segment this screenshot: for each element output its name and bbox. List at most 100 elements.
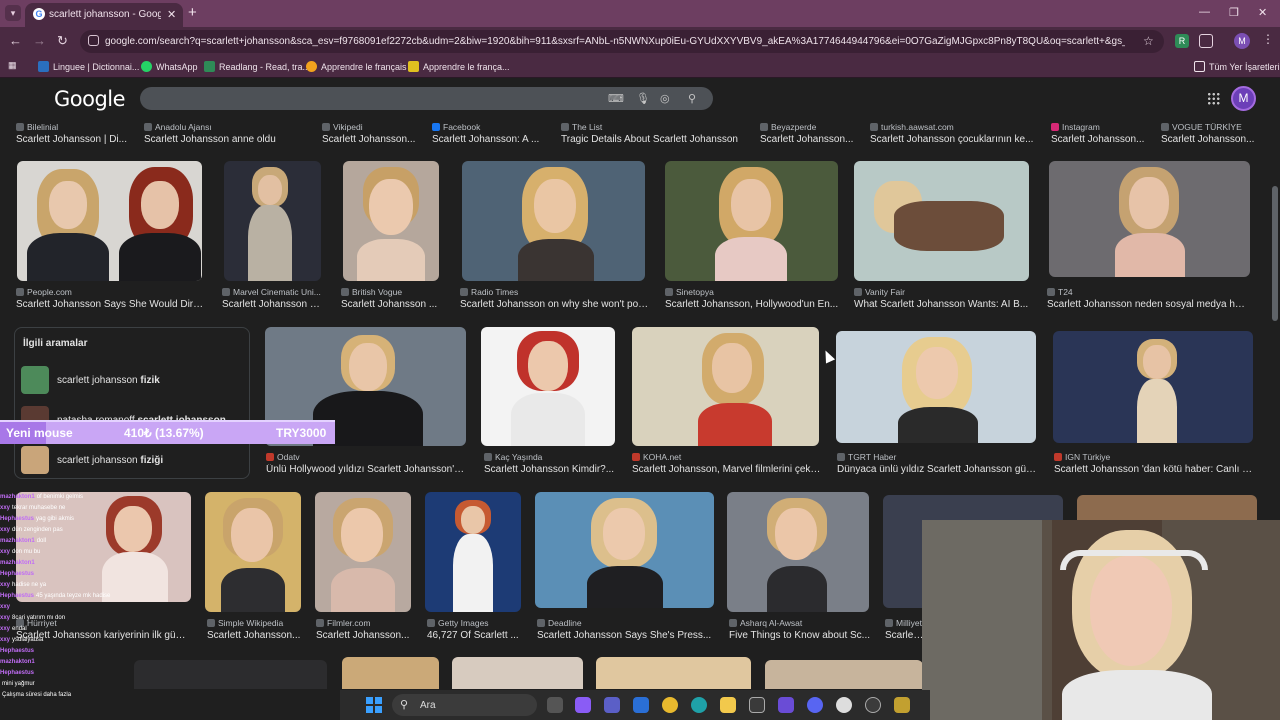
result-image[interactable] [481, 327, 615, 446]
store-icon[interactable] [749, 697, 765, 713]
microphone-icon[interactable]: 🎙 [636, 92, 650, 105]
bookmark-apprendre-2[interactable]: Apprendre le françа... [408, 61, 510, 72]
result-image[interactable] [343, 161, 439, 281]
result-image[interactable] [425, 492, 521, 612]
minimize-icon[interactable]: — [1199, 6, 1210, 18]
tab-strip: ▾ G scarlett johansson - Google'da Ara ✕… [0, 0, 1280, 27]
result-image[interactable] [836, 331, 1036, 443]
result-caption[interactable]: Scarlett Johansson çocuklarının ke... [870, 134, 1040, 145]
result-caption[interactable]: Tragic Details About Scarlett Johansson [561, 134, 746, 145]
kebab-menu-icon[interactable]: ⋮ [1262, 32, 1274, 46]
result-caption[interactable]: Scarlett Johansson, Hollywood'un En... [665, 299, 840, 310]
puzzle-icon[interactable] [1199, 34, 1213, 48]
tab-close-icon[interactable]: ✕ [167, 8, 176, 21]
result-caption[interactable]: Five Things to Know about Sc... [729, 630, 871, 641]
result-image[interactable] [535, 492, 714, 608]
result-caption[interactable]: Scarlett Johansson, Marvel filmlerini çe… [632, 464, 822, 475]
bookmark-apprendre-1[interactable]: Apprendre le français [306, 61, 407, 72]
new-tab-icon[interactable]: + [188, 5, 197, 20]
copilot-icon[interactable] [575, 697, 591, 713]
bookmark-readlang[interactable]: Readlang - Read, tra... [204, 61, 310, 72]
result-image[interactable] [134, 660, 327, 689]
result-caption[interactable]: Scarlett Johansson neden sosyal medya he… [1047, 299, 1247, 310]
apps-grid-icon[interactable]: ▦ [8, 60, 17, 71]
file-explorer-icon[interactable] [720, 697, 736, 713]
keyboard-icon[interactable]: ⌨ [608, 92, 624, 105]
profile-avatar[interactable]: M [1234, 33, 1250, 49]
search-input[interactable]: ⌨ 🎙 ◎ ⚲ [140, 87, 713, 110]
result-caption[interactable]: Scarlett Johansson ... [341, 299, 441, 310]
result-image[interactable] [224, 161, 321, 281]
back-arrow-icon[interactable]: ← [9, 33, 22, 48]
result-caption[interactable]: Dünyaca ünlü yıldız Scarlett Johansson g… [837, 464, 1037, 475]
site-info-icon[interactable] [88, 35, 99, 46]
star-icon[interactable]: ☆ [1143, 34, 1154, 48]
outlook-icon[interactable] [633, 697, 649, 713]
bookmark-linguee[interactable]: Linguee | Dictionnai... [38, 61, 139, 72]
lens-icon[interactable]: ◎ [660, 92, 670, 105]
result-image[interactable] [462, 161, 645, 281]
chatgpt-icon[interactable] [836, 697, 852, 713]
windows-start-icon[interactable] [366, 697, 382, 713]
whatsapp-icon [141, 61, 152, 72]
result-caption[interactable]: Scarlett Johansson... [316, 630, 412, 641]
result-image[interactable] [205, 492, 301, 612]
google-avatar[interactable]: M [1231, 86, 1256, 111]
result-caption[interactable]: Scarlett Johansson Says She's Press... [537, 630, 717, 641]
tab-search-icon[interactable]: ▾ [5, 5, 21, 21]
all-bookmarks[interactable]: Tüm Yer İşaretleri [1194, 61, 1280, 72]
result-image[interactable] [854, 161, 1029, 281]
search-icon[interactable]: ⚲ [688, 92, 696, 105]
result-image[interactable] [596, 657, 751, 689]
address-bar[interactable]: google.com/search?q=scarlett+johansson&s… [80, 30, 1164, 53]
teams-icon[interactable] [604, 697, 620, 713]
result-caption[interactable]: Scarlett Johansson on why she won't poli… [460, 299, 650, 310]
result-caption[interactable]: Scarlett Johansson... [207, 630, 303, 641]
scrollbar-thumb[interactable] [1272, 186, 1278, 321]
result-caption[interactable]: 46,727 Of Scarlett ... [427, 630, 523, 641]
reload-icon[interactable]: ↻ [57, 33, 68, 49]
discord-icon[interactable] [807, 697, 823, 713]
result-image[interactable] [1049, 161, 1250, 277]
app-icon[interactable] [778, 697, 794, 713]
result-caption[interactable]: Ünlü Hollywood yıldızı Scarlett Johansso… [266, 464, 466, 475]
related-search-item[interactable]: scarlett johansson fiziği [19, 444, 247, 478]
result-image[interactable] [452, 657, 583, 689]
result-caption[interactable]: Scarlett Johansson | ... [222, 299, 322, 310]
result-caption[interactable]: Scarlett Johansson... [760, 134, 860, 145]
result-caption[interactable]: Scarlett Johansson... [1051, 134, 1151, 145]
result-image[interactable] [342, 657, 439, 689]
readlang-extension-icon[interactable]: R [1175, 34, 1189, 48]
result-image[interactable] [665, 161, 838, 281]
result-image[interactable] [315, 492, 411, 612]
result-caption[interactable]: Scarlett ... [885, 630, 925, 641]
edge-icon[interactable] [691, 697, 707, 713]
app-icon[interactable] [894, 697, 910, 713]
result-image[interactable] [1053, 331, 1253, 443]
result-caption[interactable]: What Scarlett Johansson Wants: AI B... [854, 299, 1029, 310]
obs-icon[interactable] [865, 697, 881, 713]
related-search-item[interactable]: scarlett johansson fizik [19, 364, 247, 398]
result-image[interactable] [727, 492, 869, 612]
result-caption[interactable]: Scarlett Johansson Says She Would Dire..… [16, 299, 206, 310]
result-image[interactable] [765, 660, 923, 689]
result-caption[interactable]: Scarlett Johansson... [1161, 134, 1261, 145]
forward-arrow-icon[interactable]: → [33, 33, 46, 48]
google-logo[interactable]: Google [54, 87, 126, 111]
result-caption[interactable]: Scarlett Johansson 'dan kötü haber: Canl… [1054, 464, 1254, 475]
result-caption[interactable]: Scarlett Johansson... [322, 134, 422, 145]
result-caption[interactable]: Scarlett Johansson: A ... [432, 134, 552, 145]
result-caption[interactable]: Scarlett Johansson Kimdir?... [484, 464, 618, 475]
task-view-icon[interactable] [547, 697, 563, 713]
bookmark-whatsapp[interactable]: WhatsApp [141, 61, 198, 72]
active-tab[interactable]: G scarlett johansson - Google'da Ara ✕ [25, 3, 183, 27]
google-apps-icon[interactable] [1207, 92, 1220, 105]
result-caption[interactable]: Scarlett Johansson anne oldu [144, 134, 314, 145]
result-image[interactable] [632, 327, 819, 446]
chrome-icon[interactable] [662, 697, 678, 713]
result-image[interactable] [17, 161, 202, 281]
result-caption[interactable]: Scarlett Johansson | Di... [16, 134, 136, 145]
taskbar-search-input[interactable]: ⚲ Ara [392, 694, 537, 716]
window-close-icon[interactable]: ✕ [1258, 6, 1267, 19]
restore-icon[interactable]: ❐ [1229, 6, 1239, 19]
